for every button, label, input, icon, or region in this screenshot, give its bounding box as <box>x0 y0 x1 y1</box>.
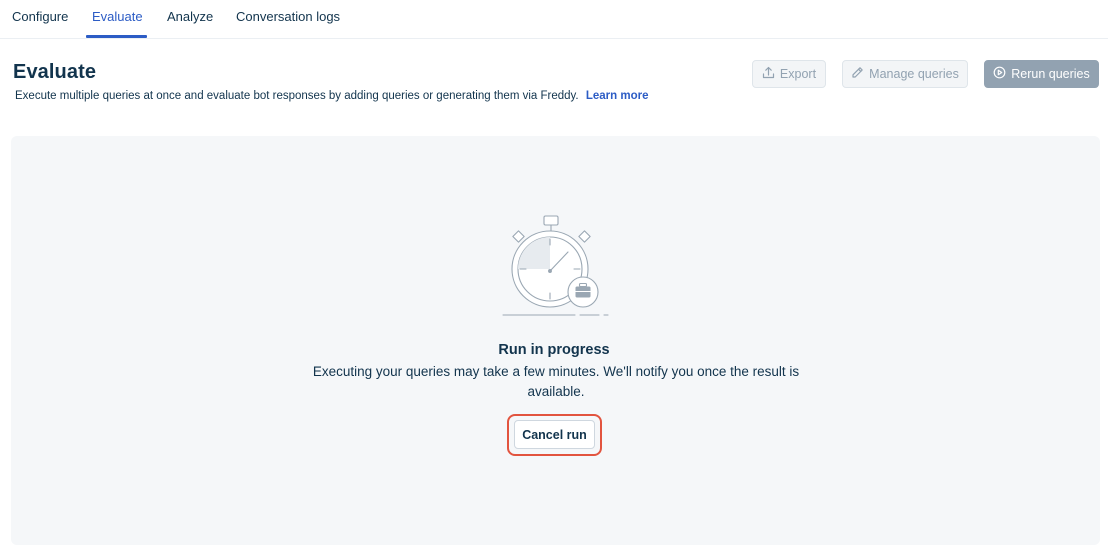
tab-configure[interactable]: Configure <box>12 9 68 24</box>
tab-bar: Configure Evaluate Analyze Conversation … <box>0 0 1108 39</box>
learn-more-link[interactable]: Learn more <box>586 90 649 102</box>
upload-icon <box>762 66 775 82</box>
pencil-icon <box>851 66 864 82</box>
manage-queries-button[interactable]: Manage queries <box>842 60 968 88</box>
stopwatch-briefcase-illustration <box>500 212 612 320</box>
tab-evaluate[interactable]: Evaluate <box>92 9 143 24</box>
tab-conversation-logs[interactable]: Conversation logs <box>236 9 340 24</box>
page-title: Evaluate <box>13 61 97 83</box>
tab-analyze[interactable]: Analyze <box>167 9 213 24</box>
page-description-text: Execute multiple queries at once and eva… <box>15 90 579 102</box>
rerun-queries-label: Rerun queries <box>1011 67 1090 81</box>
play-circle-icon <box>993 66 1006 82</box>
run-status-panel <box>11 136 1100 545</box>
export-button[interactable]: Export <box>752 60 826 88</box>
rerun-queries-button[interactable]: Rerun queries <box>984 60 1099 88</box>
status-title: Run in progress <box>498 342 610 358</box>
status-description: Executing your queries may take a few mi… <box>312 364 800 399</box>
export-label: Export <box>779 67 817 81</box>
page-description: Execute multiple queries at once and eva… <box>15 90 648 102</box>
cancel-run-button[interactable]: Cancel run <box>514 420 595 449</box>
active-tab-indicator <box>86 35 147 38</box>
manage-queries-label: Manage queries <box>869 67 959 81</box>
